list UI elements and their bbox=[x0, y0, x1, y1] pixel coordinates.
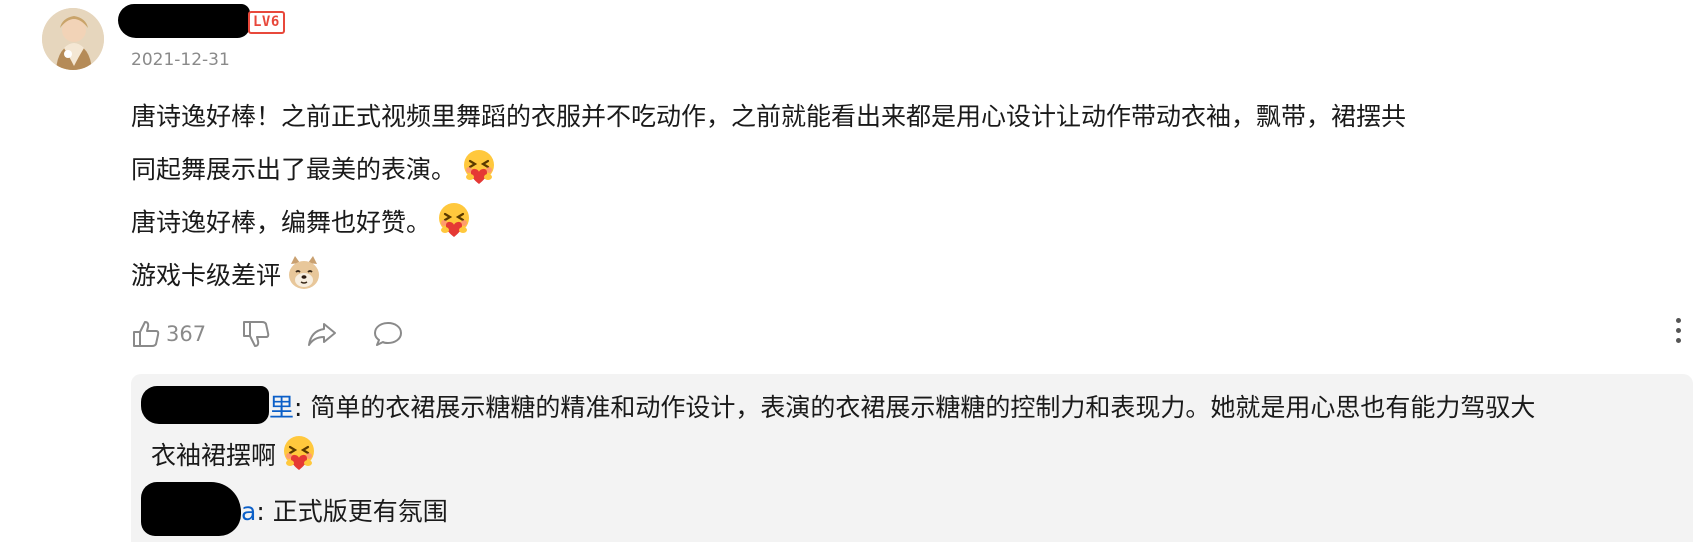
comment-bubble-icon bbox=[374, 322, 403, 346]
comment-line: 同起舞展示出了最美的表演。 bbox=[131, 143, 1676, 196]
hug-heart-emoji-icon bbox=[435, 201, 473, 239]
reply-item[interactable]: 里: 简单的衣裙展示糖糖的精准和动作设计，表演的衣裙展示糖糖的控制力和表现力。她… bbox=[141, 384, 1671, 480]
comment-card: LV6 2021-12-31 唐诗逸好棒！之前正式视频里舞蹈的衣服并不吃动作，之… bbox=[0, 0, 1702, 542]
hug-heart-emoji-icon bbox=[280, 434, 318, 472]
like-button[interactable]: 367 bbox=[130, 318, 206, 350]
reply-author-tail[interactable]: a bbox=[241, 497, 256, 526]
share-icon bbox=[308, 323, 337, 346]
comment-line: 唐诗逸好棒！之前正式视频里舞蹈的衣服并不吃动作，之前就能看出来都是用心设计让动作… bbox=[131, 90, 1676, 143]
reply-text: : 简单的衣裙展示糖糖的精准和动作设计，表演的衣裙展示糖糖的控制力和表现力。她就… bbox=[294, 393, 1536, 422]
comment-line: 唐诗逸好棒，编舞也好赞。 bbox=[131, 196, 1676, 249]
reply-author-redacted[interactable] bbox=[141, 482, 241, 536]
comment-line-text: 唐诗逸好棒！之前正式视频里舞蹈的衣服并不吃动作，之前就能看出来都是用心设计让动作… bbox=[131, 102, 1407, 131]
thumbs-down-icon bbox=[243, 321, 270, 347]
reply-text: 衣袖裙摆啊 bbox=[151, 441, 277, 470]
vertical-ellipsis-icon bbox=[1672, 318, 1684, 343]
more-options-button[interactable] bbox=[1672, 318, 1684, 350]
comment-body: 唐诗逸好棒！之前正式视频里舞蹈的衣服并不吃动作，之前就能看出来都是用心设计让动作… bbox=[131, 90, 1676, 302]
thumbs-up-icon bbox=[133, 321, 160, 347]
username-redacted[interactable] bbox=[118, 4, 250, 38]
replies-panel: 里: 简单的衣裙展示糖糖的精准和动作设计，表演的衣裙展示糖糖的控制力和表现力。她… bbox=[131, 374, 1693, 542]
reply-author-redacted[interactable] bbox=[141, 386, 269, 424]
avatar[interactable] bbox=[42, 8, 104, 70]
dislike-button[interactable] bbox=[240, 318, 272, 350]
reply-author-tail[interactable]: 里 bbox=[269, 393, 294, 422]
doge-emoji-icon bbox=[285, 254, 323, 292]
comment-line: 游戏卡级差评 bbox=[131, 249, 1676, 302]
comment-line-text: 游戏卡级差评 bbox=[131, 261, 282, 290]
share-button[interactable] bbox=[306, 318, 338, 350]
like-count: 367 bbox=[166, 322, 207, 346]
timestamp: 2021-12-31 bbox=[131, 50, 230, 70]
hug-heart-emoji-icon bbox=[460, 148, 498, 186]
reply-button[interactable] bbox=[372, 318, 404, 350]
level-badge: LV6 bbox=[248, 11, 285, 34]
comment-line-text: 唐诗逸好棒，编舞也好赞。 bbox=[131, 208, 432, 237]
reply-text: : 正式版更有氛围 bbox=[256, 497, 448, 526]
reply-item[interactable]: a: 正式版更有氛围 bbox=[141, 482, 1671, 536]
comment-actions: 367 bbox=[130, 316, 438, 352]
comment-line-text: 同起舞展示出了最美的表演。 bbox=[131, 155, 457, 184]
